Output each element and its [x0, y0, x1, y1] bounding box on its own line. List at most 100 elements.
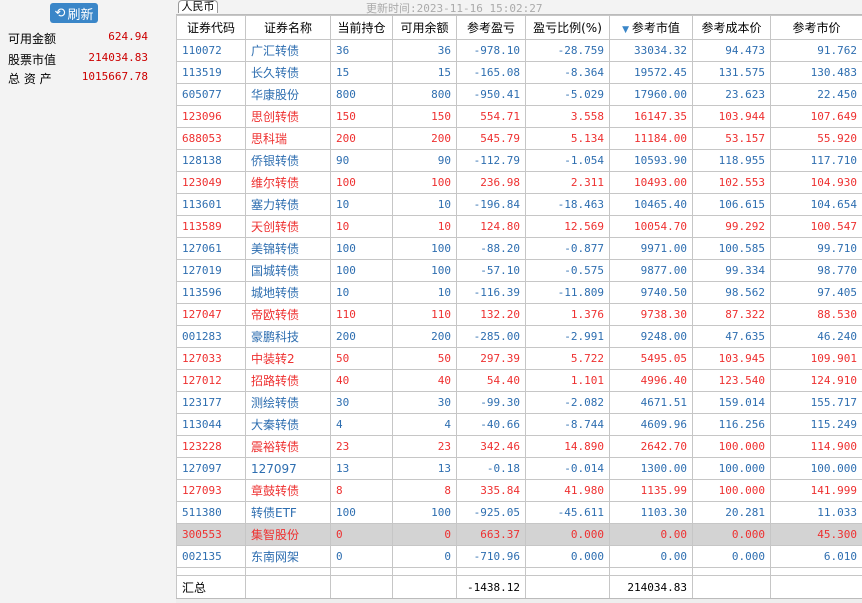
cell-pnl-ratio: -5.029 [525, 83, 610, 106]
cell-pnl-ratio: 41.980 [525, 479, 610, 502]
table-row[interactable]: 113596 城地转债 10 10 -116.39 -11.809 9740.50 98.56… [176, 281, 862, 304]
refresh-button[interactable]: ⟲ 刷新 [50, 3, 98, 23]
cell-market-price: 88.530 [770, 303, 862, 326]
table-row[interactable]: 123096 思创转债 150 150 554.71 3.558 16147.35 103.9… [176, 105, 862, 128]
column-header[interactable]: 证券代码 [176, 15, 246, 40]
cell-market-value: 9877.00 [609, 259, 693, 282]
cell-code: 002135 [176, 545, 246, 568]
cell-market-price: 99.710 [770, 237, 862, 260]
table-row[interactable]: 123228 震裕转债 23 23 342.46 14.890 2642.70 100.000… [176, 435, 862, 458]
cell-available: 40 [392, 369, 457, 392]
summary-cell [692, 575, 771, 599]
cell-holding: 100 [330, 501, 393, 524]
table-row[interactable]: 113601 塞力转债 10 10 -196.84 -18.463 10465.40 106.… [176, 193, 862, 216]
cell-pnl: 335.84 [456, 479, 526, 502]
column-header[interactable]: 当前持仓 [330, 15, 393, 40]
table-row[interactable]: 002135 东南网架 0 0 -710.96 0.000 0.00 0.000 6.010 [176, 545, 862, 568]
table-row[interactable]: 127097 127097 13 13 -0.18 -0.014 1300.00 100.00… [176, 457, 862, 480]
cell-pnl: -285.00 [456, 325, 526, 348]
available-funds: 可用金额 624.94 [8, 30, 148, 46]
cell-cost-price: 0.000 [692, 545, 771, 568]
table-row[interactable]: 127019 国城转债 100 100 -57.10 -0.575 9877.00 99.33… [176, 259, 862, 282]
cell-market-value: 11184.00 [609, 127, 693, 150]
cell-market-value: 0.00 [609, 523, 693, 546]
cell-pnl: 545.79 [456, 127, 526, 150]
table-row[interactable]: 605077 华康股份 800 800 -950.41 -5.029 17960.00 23.… [176, 83, 862, 106]
summary-cell [392, 575, 457, 599]
table-row[interactable]: 123177 测绘转债 30 30 -99.30 -2.082 4671.51 159.014… [176, 391, 862, 414]
cell-pnl-ratio: 1.101 [525, 369, 610, 392]
cell-code: 127093 [176, 479, 246, 502]
cell-code: 001283 [176, 325, 246, 348]
cell-market-value: 19572.45 [609, 61, 693, 84]
cell-name: 测绘转债 [245, 391, 331, 414]
cell-name: 维尔转债 [245, 171, 331, 194]
summary-cell: -1438.12 [456, 575, 526, 599]
table-row[interactable]: 300553 集智股份 0 0 663.37 0.000 0.00 0.000 45.300 [176, 523, 862, 546]
cell-pnl: -116.39 [456, 281, 526, 304]
table-row[interactable]: 123049 维尔转债 100 100 236.98 2.311 10493.00 102.5… [176, 171, 862, 194]
cell-market-value: 4609.96 [609, 413, 693, 436]
table-row[interactable]: 688053 思科瑞 200 200 545.79 5.134 11184.00 53.157… [176, 127, 862, 150]
cell-code: 127012 [176, 369, 246, 392]
cell-holding: 8 [330, 479, 393, 502]
cell-holding: 40 [330, 369, 393, 392]
cell-market-price: 11.033 [770, 501, 862, 524]
horizontal-scrollbar[interactable] [176, 598, 862, 603]
cell-name: 招路转债 [245, 369, 331, 392]
column-header[interactable]: ▼ 参考市值 [609, 15, 693, 40]
table-row[interactable]: 113589 天创转债 10 10 124.80 12.569 10054.70 99.292… [176, 215, 862, 238]
cell-available: 10 [392, 193, 457, 216]
cell-code: 113596 [176, 281, 246, 304]
table-row[interactable]: 113044 大秦转债 4 4 -40.66 -8.744 4609.96 116.256 11… [176, 413, 862, 436]
column-header[interactable]: 盈亏比例(%) [525, 15, 610, 40]
table-row[interactable]: 127093 章鼓转债 8 8 335.84 41.980 1135.99 100.000 14… [176, 479, 862, 502]
cell-cost-price: 100.585 [692, 237, 771, 260]
cell-available: 50 [392, 347, 457, 370]
cell-pnl: -88.20 [456, 237, 526, 260]
cell-pnl: 54.40 [456, 369, 526, 392]
cell-market-value: 9740.50 [609, 281, 693, 304]
cell-available: 800 [392, 83, 457, 106]
cell-market-price: 114.900 [770, 435, 862, 458]
total-assets: 总 资 产 1015667.78 [8, 70, 148, 86]
cell-market-value: 9738.30 [609, 303, 693, 326]
table-row[interactable]: 127061 美锦转债 100 100 -88.20 -0.877 9971.00 100.5… [176, 237, 862, 260]
column-header[interactable]: 证券名称 [245, 15, 331, 40]
cell-holding: 800 [330, 83, 393, 106]
tab-rmb[interactable]: 人民币 [178, 0, 218, 13]
table-row[interactable]: 127033 中装转2 50 50 297.39 5.722 5495.05 103.945 1… [176, 347, 862, 370]
table-row[interactable]: 001283 豪鹏科技 200 200 -285.00 -2.991 9248.00 47.6… [176, 325, 862, 348]
column-header[interactable]: 参考市价 [770, 15, 862, 40]
column-header[interactable]: 参考盈亏 [456, 15, 526, 40]
cell-holding: 13 [330, 457, 393, 480]
column-header[interactable]: 参考成本价 [692, 15, 771, 40]
cell-pnl-ratio: -28.759 [525, 39, 610, 62]
empty-cell [176, 567, 246, 576]
cell-cost-price: 100.000 [692, 479, 771, 502]
cell-market-value: 16147.35 [609, 105, 693, 128]
column-header[interactable]: 可用余额 [392, 15, 457, 40]
table-row[interactable]: 128138 侨银转债 90 90 -112.79 -1.054 10593.90 118.9… [176, 149, 862, 172]
cell-market-value: 1103.30 [609, 501, 693, 524]
table-row[interactable]: 127047 帝欧转债 110 110 132.20 1.376 9738.30 87.322… [176, 303, 862, 326]
cell-market-price: 109.901 [770, 347, 862, 370]
cell-market-value: 1300.00 [609, 457, 693, 480]
cell-cost-price: 99.292 [692, 215, 771, 238]
summary-cell: 214034.83 [609, 575, 693, 599]
table-row[interactable]: 127012 招路转债 40 40 54.40 1.101 4996.40 123.540 12… [176, 369, 862, 392]
summary-cell [770, 575, 862, 599]
cell-code: 113519 [176, 61, 246, 84]
table-row[interactable]: 110072 广汇转债 36 36 -978.10 -28.759 33034.32 94.4… [176, 39, 862, 62]
cell-market-value: 4671.51 [609, 391, 693, 414]
cell-market-price: 155.717 [770, 391, 862, 414]
table-row[interactable]: 113519 长久转债 15 15 -165.08 -8.364 19572.45 131.5… [176, 61, 862, 84]
cell-name: 华康股份 [245, 83, 331, 106]
cell-cost-price: 131.575 [692, 61, 771, 84]
cell-pnl: -710.96 [456, 545, 526, 568]
cell-market-value: 10593.90 [609, 149, 693, 172]
summary-cell: 汇总 [176, 575, 246, 599]
cell-available: 100 [392, 171, 457, 194]
cell-cost-price: 100.000 [692, 435, 771, 458]
table-row[interactable]: 511380 转债ETF 100 100 -925.05 -45.611 1103.30 20… [176, 501, 862, 524]
